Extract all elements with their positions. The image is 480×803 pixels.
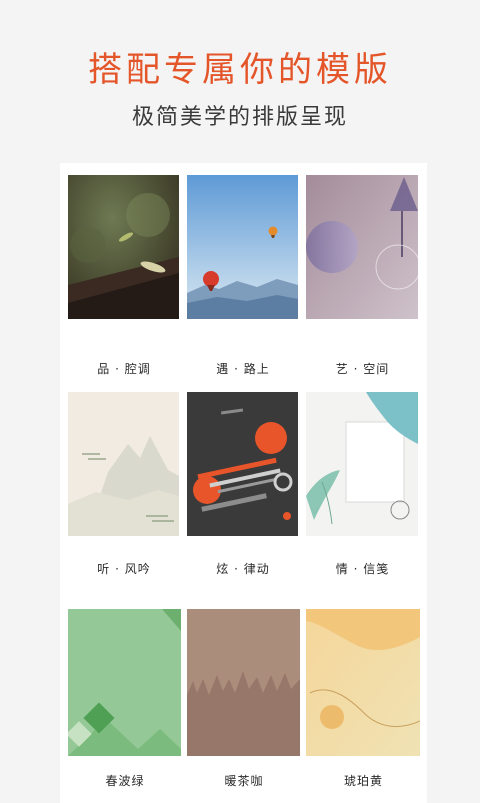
template-grid: 品 · 腔调 遇 · 路上 艺 · 空间 听 · 风吟 炫 · 律动 情 · 信… [60,163,427,803]
template-label: 琥珀黄 [343,774,383,788]
template-label: 情 · 信笺 [335,562,390,576]
template-card-xuan-lvdong[interactable]: 炫 · 律动 [187,392,299,592]
template-label: 春波绿 [105,774,145,788]
template-card-pin-qiangdiao[interactable]: 品 · 腔调 [68,175,180,380]
template-thumbnail-warm-tea [187,609,300,756]
template-thumbnail-abstract-lavender [306,175,418,319]
template-card-yu-lushang[interactable]: 遇 · 路上 [187,175,299,380]
template-thumbnail-forest [68,175,179,319]
template-thumbnail-spring-green [68,609,181,756]
template-label: 遇 · 路上 [216,362,270,376]
template-label: 炫 · 律动 [216,562,270,576]
template-card-nuan-cha-ka[interactable]: 暖茶咖 [187,609,301,803]
template-thumbnail-letter-leaves [306,392,418,536]
template-thumbnail-geometric-orange [187,392,298,536]
template-thumbnail-balloons [187,175,298,319]
template-label: 暖茶咖 [224,774,264,788]
template-card-qing-xinjian[interactable]: 情 · 信笺 [306,392,419,592]
template-card-yi-kongjian[interactable]: 艺 · 空间 [306,175,419,380]
template-label: 艺 · 空间 [335,362,390,376]
template-card-ting-fengyin[interactable]: 听 · 风吟 [68,392,180,592]
template-thumbnail-amber-yellow [306,609,420,756]
subheadline: 极简美学的排版呈现 [131,105,348,130]
template-thumbnail-ink-mountains [68,392,179,536]
template-card-chun-bo-lv[interactable]: 春波绿 [68,609,182,803]
template-card-hu-po-huang[interactable]: 琥珀黄 [306,609,421,803]
headline: 搭配专属你的模版 [88,50,392,90]
template-label: 品 · 腔调 [97,362,151,376]
template-label: 听 · 风吟 [97,562,151,576]
